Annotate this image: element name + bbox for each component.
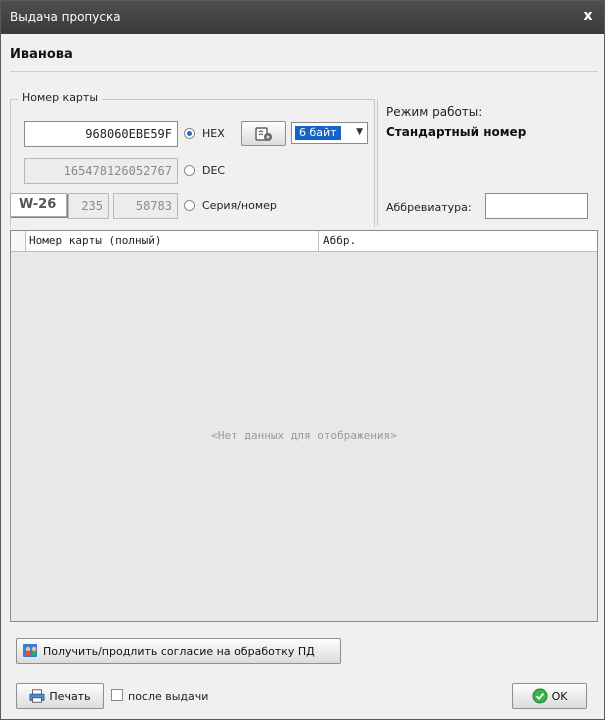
empty-grid-message: <Нет данных для отображения> — [211, 429, 397, 442]
print-button[interactable]: Печать — [16, 683, 104, 709]
grid-header: Номер карты (полный) Аббр. — [11, 231, 597, 252]
mode-value: Стандартный номер — [386, 125, 527, 139]
printer-icon — [29, 689, 45, 703]
series-input[interactable]: 235 — [68, 193, 109, 219]
hex-input[interactable]: 968060EBE59F — [24, 121, 178, 147]
dec-input[interactable]: 165478126052767 — [24, 158, 178, 184]
card-reader-icon — [254, 126, 272, 141]
check-circle-icon — [532, 688, 548, 704]
close-button[interactable]: x — [580, 7, 596, 25]
after-issue-checkbox[interactable] — [111, 689, 123, 701]
print-button-label: Печать — [49, 689, 91, 703]
series-number-radio-label: Серия/номер — [202, 199, 277, 212]
column-header-full-number[interactable]: Номер карты (полный) — [26, 231, 319, 251]
after-issue-label: после выдачи — [128, 690, 209, 703]
column-header-abbr[interactable]: Аббр. — [320, 231, 597, 251]
vertical-divider — [377, 99, 378, 226]
hex-radio-label: HEX — [202, 127, 225, 140]
ok-button[interactable]: OK — [512, 683, 587, 709]
ok-button-label: OK — [551, 689, 568, 703]
chevron-down-icon: ▼ — [356, 127, 363, 137]
window-title: Выдача пропуска — [10, 10, 121, 24]
consent-button-label: Получить/продлить согласие на обработку … — [43, 644, 315, 658]
dec-radio-label: DEC — [202, 164, 226, 177]
dec-radio[interactable] — [184, 165, 195, 176]
abbreviation-input[interactable] — [485, 193, 588, 219]
cards-grid[interactable]: Номер карты (полный) Аббр. <Нет данных д… — [10, 230, 598, 622]
divider — [10, 71, 598, 72]
abbreviation-label: Аббревиатура: — [386, 201, 472, 214]
consent-button[interactable]: Получить/продлить согласие на обработку … — [16, 638, 341, 664]
hex-radio[interactable] — [184, 128, 195, 139]
byte-length-select[interactable]: 6 байт ▼ — [291, 122, 368, 144]
byte-length-value: 6 байт — [295, 126, 341, 140]
row-indicator-header — [11, 231, 26, 251]
pass-issue-window: Выдача пропуска x Иванова Номер карты 96… — [0, 0, 605, 720]
title-bar[interactable]: Выдача пропуска x — [1, 1, 604, 34]
mode-label: Режим работы: — [386, 105, 483, 119]
person-name: Иванова — [10, 47, 73, 62]
card-reader-button[interactable] — [241, 121, 286, 146]
consent-icon — [23, 644, 37, 657]
card-number-group-label: Номер карты — [18, 91, 103, 104]
w26-format-badge: W-26 — [10, 193, 67, 217]
series-number-radio[interactable] — [184, 200, 195, 211]
number-input[interactable]: 58783 — [113, 193, 178, 219]
